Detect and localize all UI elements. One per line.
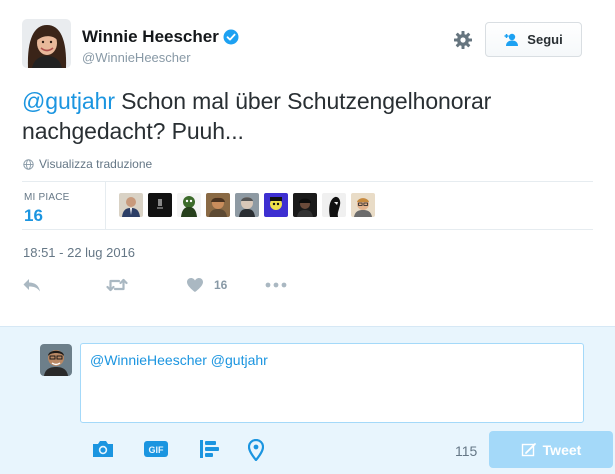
like-button[interactable]: 16 — [186, 274, 227, 296]
char-count: 115 — [455, 443, 478, 459]
liker-avatar[interactable] — [235, 193, 259, 217]
author-avatar[interactable] — [22, 19, 71, 68]
author-handle[interactable]: @WinnieHeescher — [82, 50, 191, 65]
liker-avatar[interactable] — [322, 193, 346, 217]
tweet-text: @gutjahr Schon mal über Schutzengelhonor… — [22, 86, 592, 146]
likes-stat[interactable]: MI PIACE 16 — [22, 182, 106, 229]
author-name-text[interactable]: Winnie Heescher — [82, 27, 219, 47]
location-icon[interactable] — [248, 439, 264, 461]
tweet-mention[interactable]: @gutjahr — [22, 88, 115, 114]
svg-text:GIF: GIF — [149, 445, 165, 455]
tweet-timestamp[interactable]: 18:51 - 22 lug 2016 — [23, 245, 135, 260]
poll-icon[interactable] — [199, 439, 221, 459]
verified-icon — [223, 29, 239, 45]
reply-icon — [23, 279, 40, 292]
reply-button[interactable] — [22, 274, 42, 296]
liker-avatar[interactable] — [293, 193, 317, 217]
more-button[interactable] — [265, 274, 287, 296]
globe-icon — [23, 158, 34, 170]
tweet-button-label: Tweet — [542, 441, 582, 458]
reply-box: @WinnieHeescher @gutjahr GIF 115 Tweet — [0, 326, 615, 474]
tweet-stats: MI PIACE 16 — [22, 181, 593, 230]
likes-count[interactable]: 16 — [24, 206, 43, 226]
liker-avatar[interactable] — [119, 193, 143, 217]
author-name[interactable]: Winnie Heescher — [82, 27, 239, 47]
liker-avatar[interactable] — [148, 193, 172, 217]
camera-icon[interactable] — [91, 439, 115, 459]
follow-button-label: Segui — [527, 32, 563, 47]
like-count: 16 — [214, 278, 228, 292]
heart-icon — [187, 278, 203, 292]
likes-label: MI PIACE — [24, 192, 70, 203]
follow-user-icon — [504, 33, 519, 46]
liker-avatar[interactable] — [351, 193, 375, 217]
gif-icon[interactable]: GIF — [143, 439, 169, 459]
more-icon — [265, 282, 287, 288]
retweet-button[interactable] — [106, 274, 128, 296]
translate-link[interactable]: Visualizza traduzione — [23, 157, 152, 171]
retweet-icon — [106, 278, 128, 292]
tweet-button[interactable]: Tweet — [489, 431, 613, 468]
compose-icon — [521, 442, 536, 456]
liker-avatar[interactable] — [177, 193, 201, 217]
liker-avatar[interactable] — [206, 193, 230, 217]
liker-avatar[interactable] — [264, 193, 288, 217]
translate-label[interactable]: Visualizza traduzione — [39, 157, 152, 171]
gear-icon[interactable] — [453, 30, 473, 50]
current-user-avatar[interactable] — [40, 344, 72, 376]
follow-button[interactable]: Segui — [485, 22, 582, 57]
reply-input[interactable]: @WinnieHeescher @gutjahr — [80, 343, 584, 423]
tweet-card: Winnie Heescher @WinnieHeescher Segui @g… — [0, 0, 615, 326]
likers-list — [119, 193, 375, 217]
